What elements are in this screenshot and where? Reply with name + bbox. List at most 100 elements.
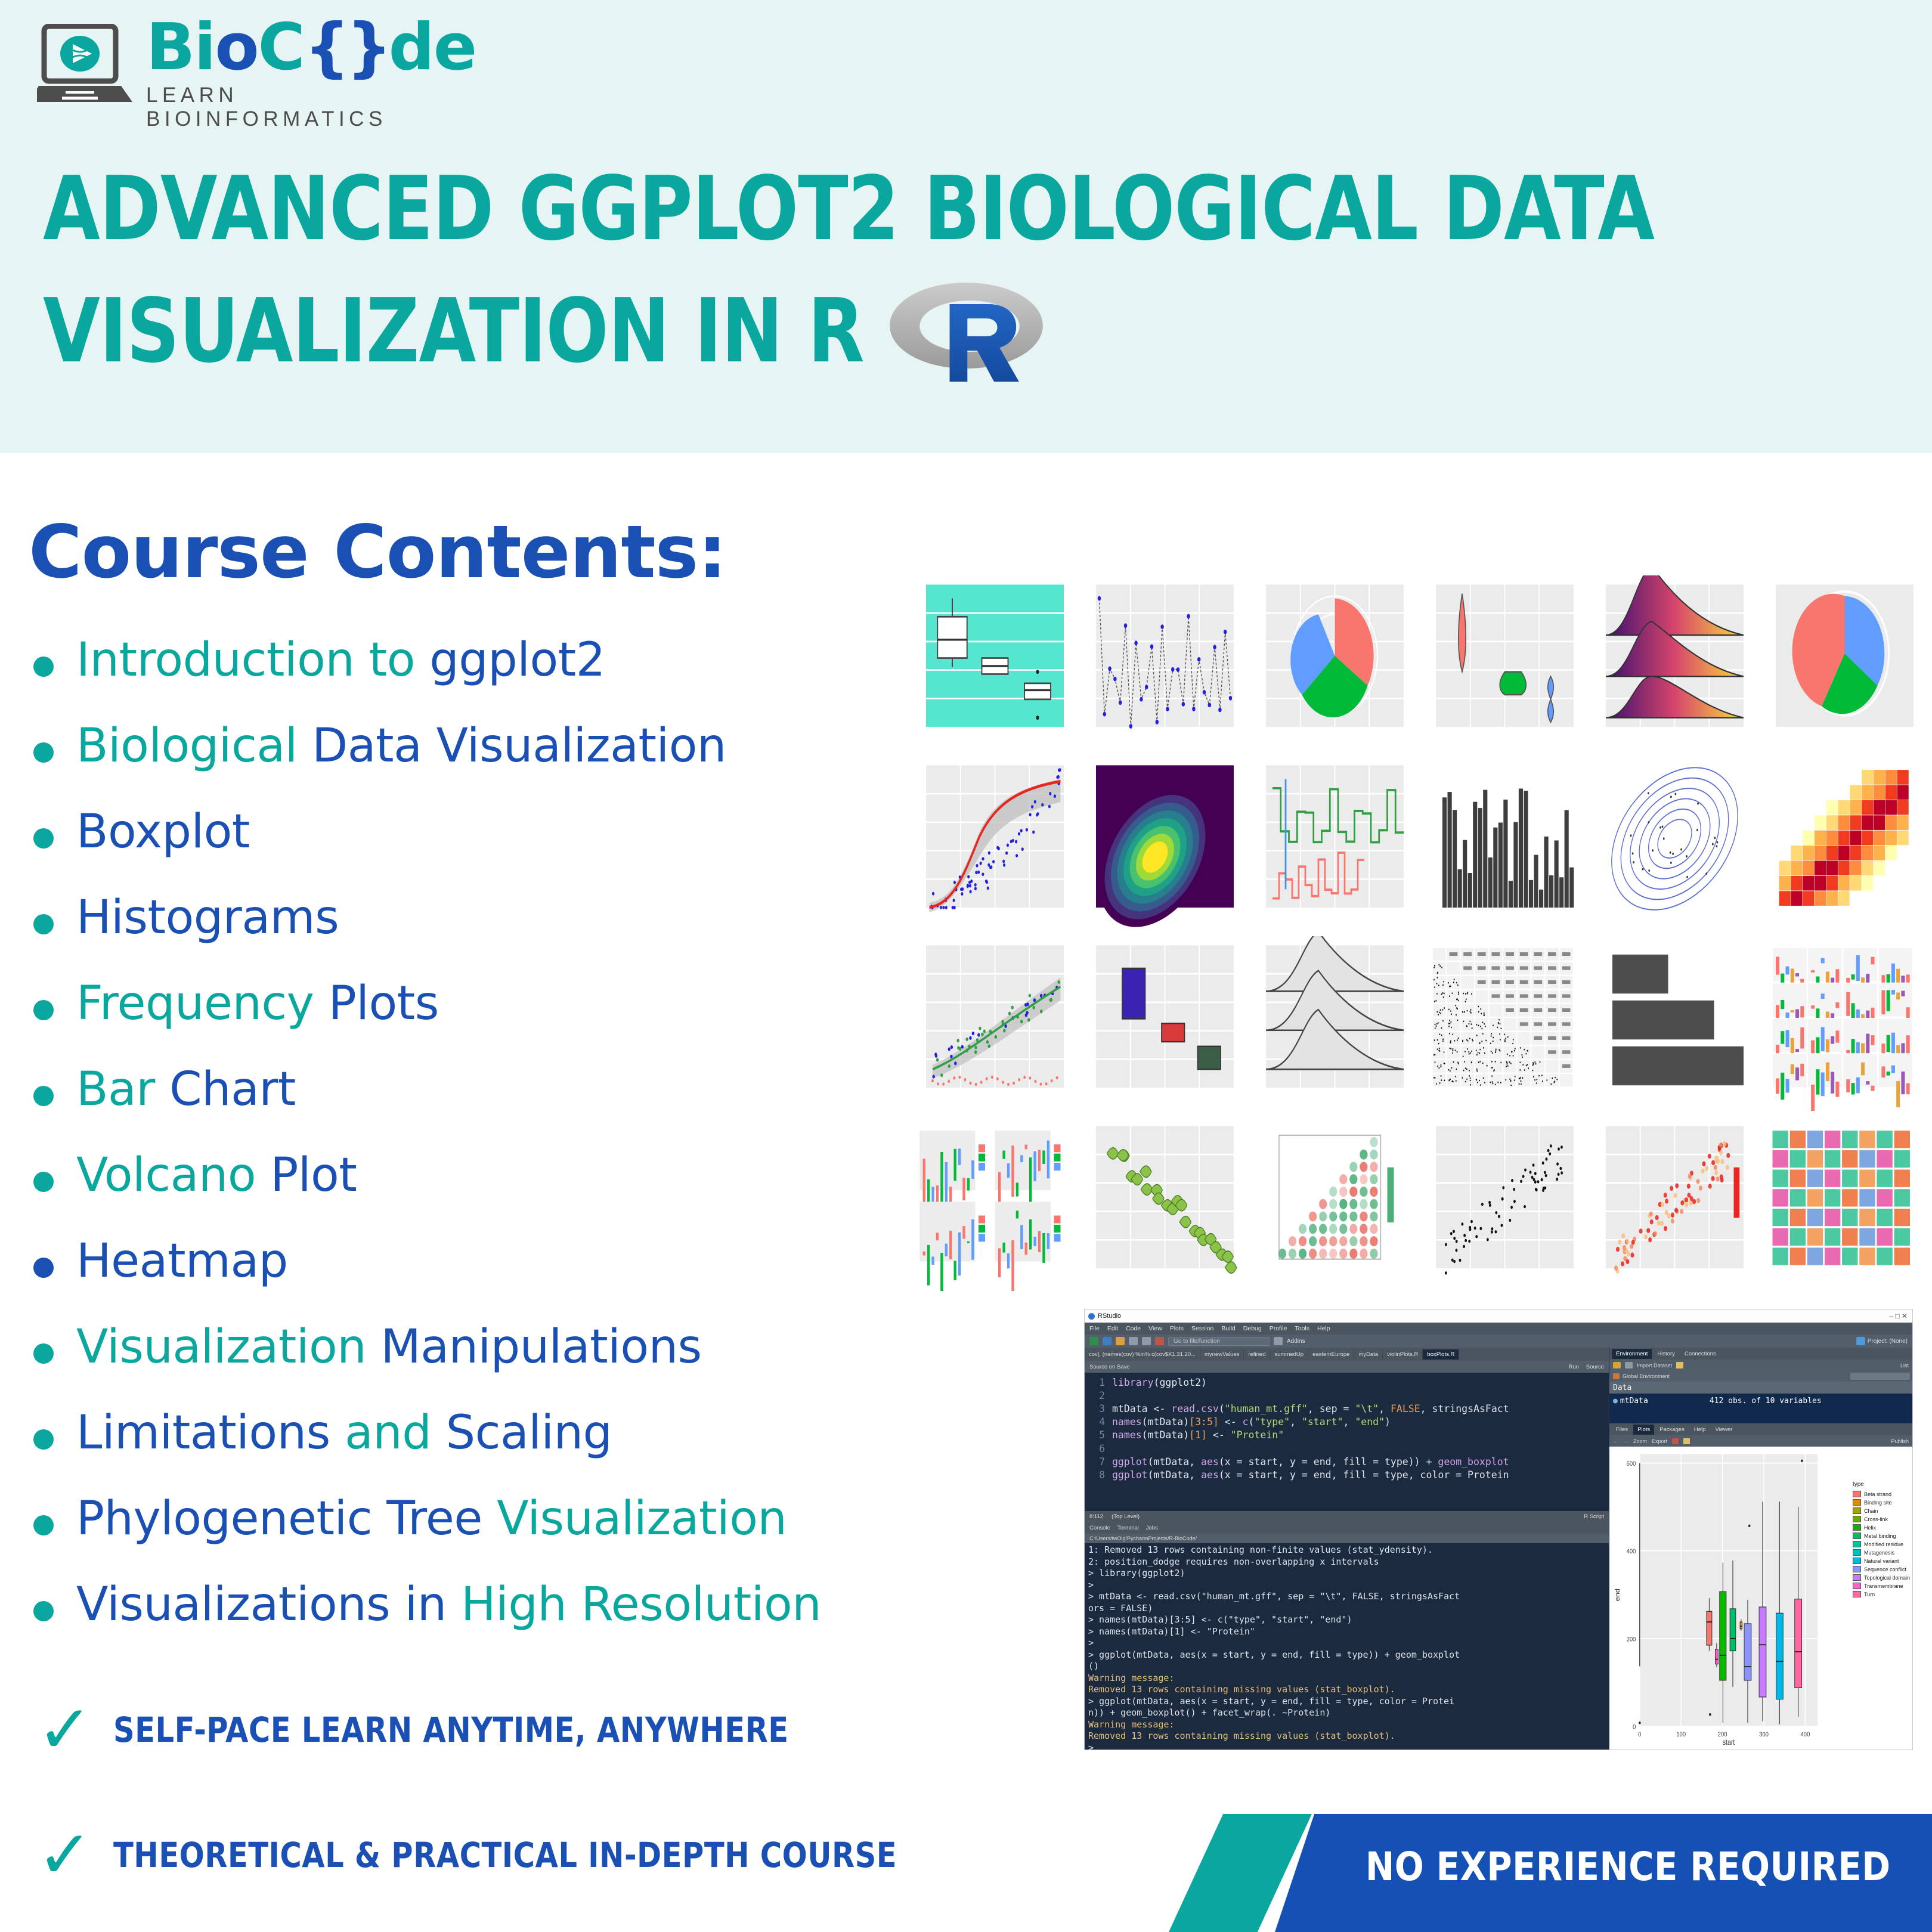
console-tab-jobs[interactable]: Jobs [1146,1525,1158,1531]
course-content-label: Frequency Plots [76,977,439,1030]
menu-item-profile[interactable]: Profile [1270,1325,1287,1332]
goto-file-input[interactable]: Go to file/function [1168,1336,1270,1346]
zoom-button[interactable]: Zoom [1633,1438,1647,1444]
menu-item-plots[interactable]: Plots [1170,1325,1184,1332]
rstudio-toolbar[interactable]: Go to file/function Addins Project: (Non… [1085,1335,1912,1348]
menu-item-edit[interactable]: Edit [1107,1325,1118,1332]
course-content-label: Visualizations in High Resolution [76,1578,822,1631]
publish-button[interactable]: Publish [1891,1438,1909,1444]
svg-text:200: 200 [1627,1636,1636,1643]
source-on-save-label[interactable]: Source on Save [1089,1364,1130,1370]
bullet-icon [33,1429,54,1450]
global-environment-selector[interactable]: Global Environment [1609,1371,1912,1382]
new-project-icon[interactable] [1103,1337,1111,1345]
env-view-list[interactable]: List [1900,1363,1909,1368]
environment-toolbar[interactable]: Import Dataset List [1609,1360,1912,1371]
bullet-icon [33,657,54,677]
editor-tab-boxplots-r[interactable]: boxPlots.R [1423,1349,1460,1360]
legend-swatch [1852,1574,1861,1581]
menu-item-debug[interactable]: Debug [1243,1325,1262,1332]
clear-workspace-icon[interactable] [1676,1362,1684,1368]
rstudio-menubar[interactable]: File Edit Code View Plots Session Build Debug Pr… [1085,1323,1912,1335]
code-editor[interactable]: 1 library(ggplot2) 2 3 mtData <- read.csv("h… [1085,1373,1609,1511]
console-tab-console[interactable]: Console [1089,1525,1110,1531]
legend-label: Binding site [1863,1499,1892,1506]
load-workspace-icon[interactable] [1613,1362,1621,1368]
console-line: > names(mtData)[1] <- "Protein" [1088,1626,1255,1637]
environment-tabbar[interactable]: Environment History Connections [1609,1348,1912,1360]
bullet-icon [33,1258,54,1278]
console-line: Removed 13 rows containing missing value… [1088,1684,1395,1695]
console-output[interactable]: 1: Removed 13 rows containing non-finite… [1085,1543,1609,1750]
rstudio-window: RStudio – □ ✕ File Edit Code View Plots Sessi… [1084,1309,1913,1750]
window-controls[interactable]: – □ ✕ [1889,1312,1912,1320]
plot-tab-viewer[interactable]: Viewer [1711,1425,1736,1435]
brand-tagline: LEARN BIOINFORMATICS [146,83,387,131]
menu-item-file[interactable]: File [1089,1325,1100,1332]
thumbnail-canvas [1266,764,1404,908]
print-icon[interactable] [1155,1337,1164,1345]
forward-arrow-icon[interactable]: → [1623,1438,1628,1444]
plot-tab-plots[interactable]: Plots [1633,1424,1655,1435]
env-tab-history[interactable]: History [1653,1349,1679,1359]
env-tab-environment[interactable]: Environment [1612,1348,1652,1359]
legend-swatch [1852,1516,1861,1522]
plot-tab-files[interactable]: Files [1612,1425,1632,1435]
project-label[interactable]: Project: (None) [1868,1338,1908,1345]
svg-text:start: start [1723,1738,1735,1747]
export-button[interactable]: Export [1652,1438,1667,1444]
svg-text:600: 600 [1627,1460,1636,1467]
save-icon[interactable] [1129,1337,1138,1345]
title-line-2: VISUALIZATION IN R [43,280,865,382]
plot-tab-help[interactable]: Help [1690,1425,1710,1435]
run-button[interactable]: Run [1568,1364,1578,1370]
clear-plots-icon[interactable] [1683,1438,1690,1444]
editor-tab-easterneurope[interactable]: easternEurope [1308,1349,1355,1360]
save-workspace-icon[interactable] [1625,1362,1633,1368]
console-tabbar[interactable]: Console Terminal Jobs [1085,1522,1609,1534]
addins-button[interactable]: Addins [1287,1338,1305,1345]
import-dataset-button[interactable]: Import Dataset [1637,1363,1672,1368]
file-type-label[interactable]: R Script [1584,1513,1604,1520]
console-line: > [1088,1579,1100,1590]
editor-tab-violinplots-r[interactable]: violinPlots.R [1383,1349,1423,1360]
console-tab-terminal[interactable]: Terminal [1117,1525,1139,1531]
global-environment-label: Global Environment [1623,1373,1670,1379]
new-file-icon[interactable] [1089,1337,1098,1345]
expand-icon[interactable]: ● [1613,1397,1618,1405]
environment-variable-row[interactable]: ● mtData 412 obs. of 10 variables [1609,1394,1912,1408]
svg-text:400: 400 [1627,1547,1636,1555]
editor-tab-mydata[interactable]: myData [1354,1349,1383,1360]
line-number: 2 [1099,1390,1105,1402]
menu-item-tools[interactable]: Tools [1295,1325,1309,1332]
menu-item-help[interactable]: Help [1317,1325,1330,1332]
editor-tab-summedup[interactable]: summedUp [1271,1349,1309,1360]
save-all-icon[interactable] [1142,1337,1151,1345]
plots-toolbar[interactable]: ← → Zoom Export Publish [1609,1435,1912,1447]
scope-label[interactable]: (Top Level) [1111,1513,1140,1520]
editor-tabbar[interactable]: cov[, (names(cov) %in% c(cov$X1.31.20...… [1085,1348,1609,1361]
plot-tab-packages[interactable]: Packages [1655,1425,1689,1435]
menu-item-view[interactable]: View [1148,1325,1162,1332]
menu-item-build[interactable]: Build [1221,1325,1235,1332]
course-content-item: Visualization Manipulations [33,1321,928,1392]
open-file-icon[interactable] [1116,1337,1125,1345]
editor-tab-cov-names-cov-in-c-cov-x1-31-20[interactable]: cov[, (names(cov) %in% c(cov$X1.31.20... [1085,1349,1200,1360]
grid-icon[interactable] [1274,1337,1283,1345]
back-arrow-icon[interactable]: ← [1613,1438,1618,1444]
menu-item-session[interactable]: Session [1191,1325,1213,1332]
thumbnail-canvas [926,764,1064,912]
console-line: n)) + geom_boxplot() + facet_wrap(. ~Pro… [1088,1707,1331,1718]
editor-tab-mynewvalues[interactable]: mynewValues [1200,1349,1244,1360]
menu-item-code[interactable]: Code [1126,1325,1141,1332]
plot-thumbnail-violin [1416,575,1580,750]
source-button[interactable]: Source [1586,1364,1604,1370]
editor-tab-refined[interactable]: refined [1244,1349,1271,1360]
plot-thumbnail-density-contour-filled [1076,756,1240,930]
plots-tabbar[interactable]: Files Plots Packages Help Viewer [1609,1423,1912,1435]
env-tab-connections[interactable]: Connections [1680,1349,1720,1359]
remove-plot-icon[interactable] [1672,1438,1679,1444]
editor-subbar[interactable]: Source on Save Run Source [1085,1361,1609,1373]
thumbnail-canvas [1769,945,1914,1111]
env-search-input[interactable] [1850,1373,1910,1380]
